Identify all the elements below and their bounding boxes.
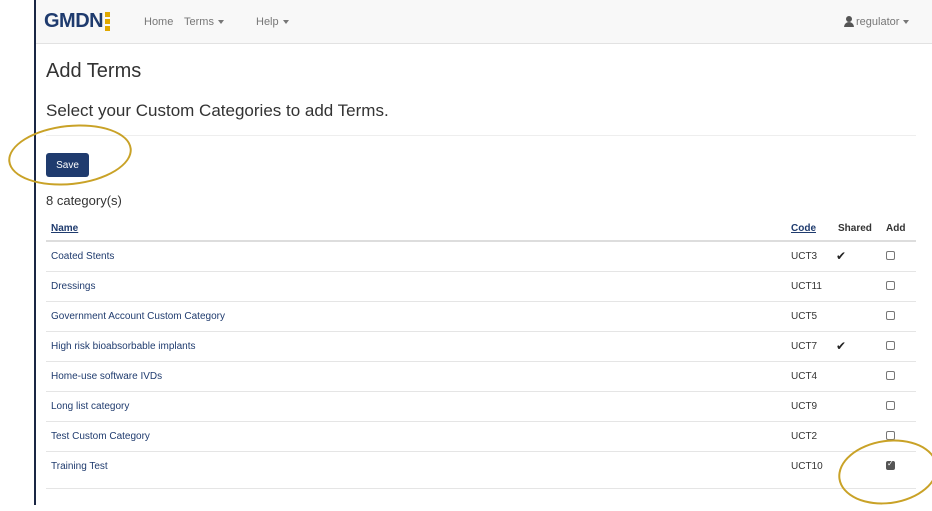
category-code: UCT10	[791, 461, 823, 472]
header-shared: Shared	[838, 223, 872, 234]
categories-table: Name Code Shared Add Coated Stents UCT3 …	[46, 218, 916, 489]
table-row: Long list category UCT9	[46, 392, 916, 422]
category-code: UCT4	[791, 371, 818, 382]
category-name-link[interactable]: High risk bioabsorbable implants	[51, 341, 196, 352]
user-name: regulator	[856, 16, 900, 28]
add-checkbox[interactable]	[886, 401, 895, 410]
nav-terms[interactable]: Terms	[184, 16, 224, 28]
user-icon	[844, 16, 854, 27]
category-name-link[interactable]: Test Custom Category	[51, 431, 150, 442]
table-row: Home-use software IVDs UCT4	[46, 362, 916, 392]
category-code: UCT11	[791, 281, 822, 292]
add-checkbox[interactable]	[886, 371, 895, 380]
user-menu[interactable]: regulator	[844, 16, 910, 28]
category-code: UCT9	[791, 401, 818, 412]
app-frame: GMDN Home Terms Help regulator Add Terms…	[34, 0, 932, 505]
add-checkbox[interactable]	[886, 341, 895, 350]
category-count: 8 category(s)	[46, 193, 122, 208]
page-subtitle: Select your Custom Categories to add Ter…	[46, 101, 389, 120]
brand-dots-icon	[105, 11, 111, 31]
category-code: UCT3	[791, 251, 818, 262]
divider	[46, 135, 916, 136]
gmdn-logo[interactable]: GMDN	[44, 9, 111, 33]
nav-terms-label: Terms	[184, 16, 214, 28]
page-title: Add Terms	[46, 60, 142, 82]
table-row: Dressings UCT11	[46, 272, 916, 302]
category-name-link[interactable]: Dressings	[51, 281, 95, 292]
chevron-down-icon	[903, 20, 910, 25]
category-name-link[interactable]: Long list category	[51, 401, 129, 412]
category-name-link[interactable]: Home-use software IVDs	[51, 371, 162, 382]
chevron-down-icon	[217, 20, 224, 25]
category-name-link[interactable]: Training Test	[51, 461, 108, 472]
table-row: Test Custom Category UCT2	[46, 422, 916, 452]
shared-check-icon: ✔	[836, 339, 847, 353]
category-name-link[interactable]: Coated Stents	[51, 251, 114, 262]
nav-help-label: Help	[256, 16, 279, 28]
category-code: UCT5	[791, 311, 818, 322]
table-row: Training Test UCT10	[46, 452, 916, 489]
chevron-down-icon	[282, 20, 289, 25]
table-row: Government Account Custom Category UCT5	[46, 302, 916, 332]
add-checkbox[interactable]	[886, 251, 895, 260]
category-name-link[interactable]: Government Account Custom Category	[51, 311, 225, 322]
brand-text: GMDN	[44, 9, 104, 32]
add-checkbox[interactable]	[886, 281, 895, 290]
nav-help[interactable]: Help	[256, 16, 289, 28]
category-code: UCT7	[791, 341, 818, 352]
table-row: High risk bioabsorbable implants UCT7 ✔	[46, 332, 916, 362]
navbar: GMDN Home Terms Help regulator	[36, 0, 932, 44]
nav-home[interactable]: Home	[144, 16, 173, 28]
header-name-sort[interactable]: Name	[51, 223, 78, 234]
header-add: Add	[886, 223, 906, 234]
shared-check-icon: ✔	[836, 249, 847, 263]
table-header: Name Code Shared Add	[46, 218, 916, 242]
add-checkbox[interactable]	[886, 311, 895, 320]
table-row: Coated Stents UCT3 ✔	[46, 242, 916, 272]
header-code-sort[interactable]: Code	[791, 223, 816, 234]
category-code: UCT2	[791, 431, 818, 442]
